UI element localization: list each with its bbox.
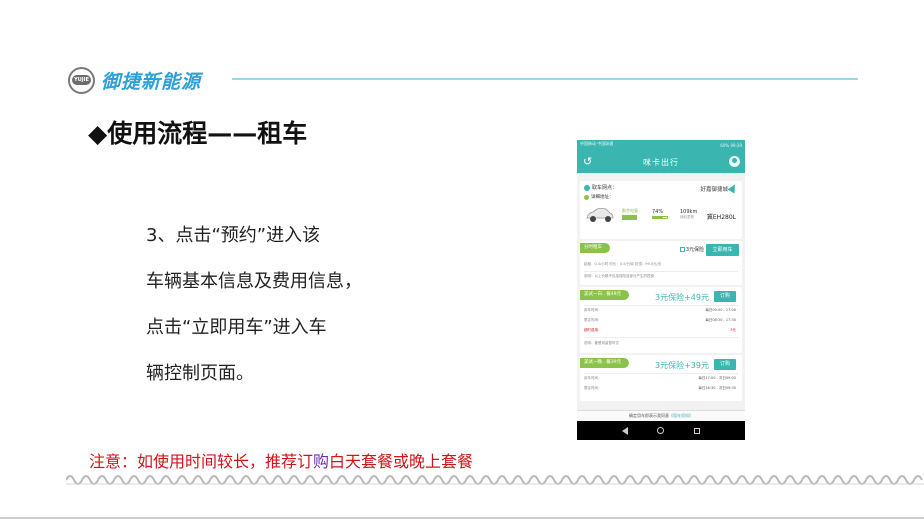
phone-status-bar: 中国移动 中国联通 60% 09:39 [577, 140, 745, 152]
pickup-value: 好嘉御捷城 [700, 187, 728, 193]
battery-indicator: 剩余电量 [622, 208, 638, 222]
app-title: 咪卡出行 [643, 158, 679, 167]
navigate-icon[interactable] [727, 182, 739, 194]
footer-divider [0, 517, 924, 519]
status-clock: 60% 09:39 [720, 143, 742, 148]
battery-bar [652, 216, 668, 219]
status-carrier: 中国移动 中国联通 [580, 141, 614, 146]
time-rental-tag: 分时租车 [580, 243, 610, 253]
insurance-option[interactable]: 3元保险 [679, 246, 704, 253]
range-label: 续航里程 [680, 215, 694, 219]
address-row: 详细地址： [584, 194, 614, 200]
instruction-line: 车辆基本信息及费用信息， [146, 271, 362, 292]
logo-emblem-text: YUJIE [72, 75, 91, 85]
pickup-row: 取车网点： [584, 184, 617, 191]
range-stat: 109km 续航里程 [680, 209, 697, 220]
license-plate: 冀EH280L [706, 214, 736, 221]
day-package-tag: 美试一白...餐49元 [580, 290, 630, 300]
night-package-price: 3元保险+39元 [655, 361, 709, 370]
insurance-label: 3元保险 [685, 247, 704, 253]
row-divider [584, 305, 738, 306]
header-divider [232, 78, 858, 80]
use-time-value: 每日17:00 - 次日09:00 [698, 376, 736, 380]
battery-icon [622, 215, 637, 220]
limit-time-value: 每日08:30 - 17:30 [705, 318, 736, 322]
row-divider [584, 337, 738, 338]
insurance-checkbox[interactable] [679, 247, 685, 252]
overtime-fee-value: 3元 [730, 328, 736, 332]
row-divider [584, 271, 738, 272]
time-pricing-note: 说明：以上价格不包括保险及部分产生的损费 [584, 274, 654, 278]
address-pin-icon [584, 194, 589, 200]
night-package-card: 美试一晚...餐39元 3元保险+39元 订购 用车时间： 每日17:00 - … [580, 355, 742, 401]
note-text: 注意：如使用时间较长，推荐订购白天套餐或晚上套餐 [89, 448, 473, 472]
note-suffix: 白天套餐或晚上套餐 [329, 452, 474, 471]
address-label: 详细地址： [591, 195, 614, 200]
phone-screenshot: 中国移动 中国联通 60% 09:39 ↺ 咪卡出行 取车网点： 好嘉御捷城 详… [577, 140, 745, 440]
agreement-bar: 确定用车即表示我同意《租车须知》 [577, 410, 745, 421]
overtime-fee-label: 超时费用： [584, 328, 602, 332]
day-package-card: 美试一白...餐49元 3元保险+49元 订购 用车时间： 每日09:00 - … [580, 287, 742, 353]
instruction-line: 点击“立即用车”进入车 [146, 317, 327, 338]
nav-home-icon[interactable] [657, 427, 665, 434]
instruction-line: 3、点击“预约”进入该 [146, 225, 321, 246]
day-package-note: 说明：套餐用量暂时仅 [584, 341, 619, 345]
battery-bar-fill [653, 217, 664, 218]
app-header: ↺ 咪卡出行 [577, 152, 745, 173]
night-package-tag: 美试一晚...餐39元 [580, 358, 630, 368]
nav-recent-icon[interactable] [694, 427, 701, 434]
android-nav-bar [577, 421, 745, 440]
time-rental-card: 分时租车 3元保险 立即用车 起租：0.5/小时 时长：0.5/分钟 封顶：99… [580, 241, 742, 285]
brand-name: 御捷新能源 [101, 70, 202, 93]
nav-back-icon[interactable] [621, 426, 628, 435]
user-icon[interactable] [729, 156, 740, 167]
night-package-order-button[interactable]: 订购 [714, 359, 736, 370]
row-divider [584, 373, 738, 374]
limit-time-value: 每日16:30 - 次日09:30 [698, 386, 736, 390]
pickup-label: 取车网点： [592, 185, 618, 191]
rental-terms-link[interactable]: 《租车须知》 [669, 413, 693, 418]
instruction-line: 辆控制页面。 [146, 363, 254, 384]
vehicle-card: 取车网点： 好嘉御捷城 详细地址： 剩余电量 74% 109km 续航里程 冀E… [580, 181, 742, 239]
use-now-button[interactable]: 立即用车 [706, 244, 739, 256]
use-time-value: 每日09:00 - 17:00 [705, 308, 736, 312]
pickup-pin-icon [584, 184, 590, 191]
brand-logo: YUJIE 御捷新能源 [68, 65, 201, 95]
day-package-order-button[interactable]: 订购 [714, 291, 736, 302]
battery-label: 剩余电量 [622, 208, 638, 213]
note-prefix: 注意：如使用时间较长，推荐订 [89, 452, 314, 471]
logo-emblem-icon: YUJIE [68, 66, 95, 94]
time-pricing-row: 起租：0.5/小时 时长：0.5/分钟 封顶：99.0元/天 [584, 262, 662, 266]
decorative-wave-border [66, 475, 924, 485]
car-icon [586, 208, 614, 222]
agreement-text: 确定用车即表示我同意 [629, 413, 669, 418]
page-title: ◆使用流程——租车 [88, 119, 308, 148]
instruction-text: 3、点击“预约”进入该 车辆基本信息及费用信息， 点击“立即用车”进入车 辆控制… [146, 213, 406, 397]
day-package-price: 3元保险+49元 [655, 293, 709, 302]
battery-percent-value: 74% [652, 209, 664, 215]
note-highlight: 购 [313, 452, 330, 471]
battery-percent: 74% [652, 209, 668, 219]
